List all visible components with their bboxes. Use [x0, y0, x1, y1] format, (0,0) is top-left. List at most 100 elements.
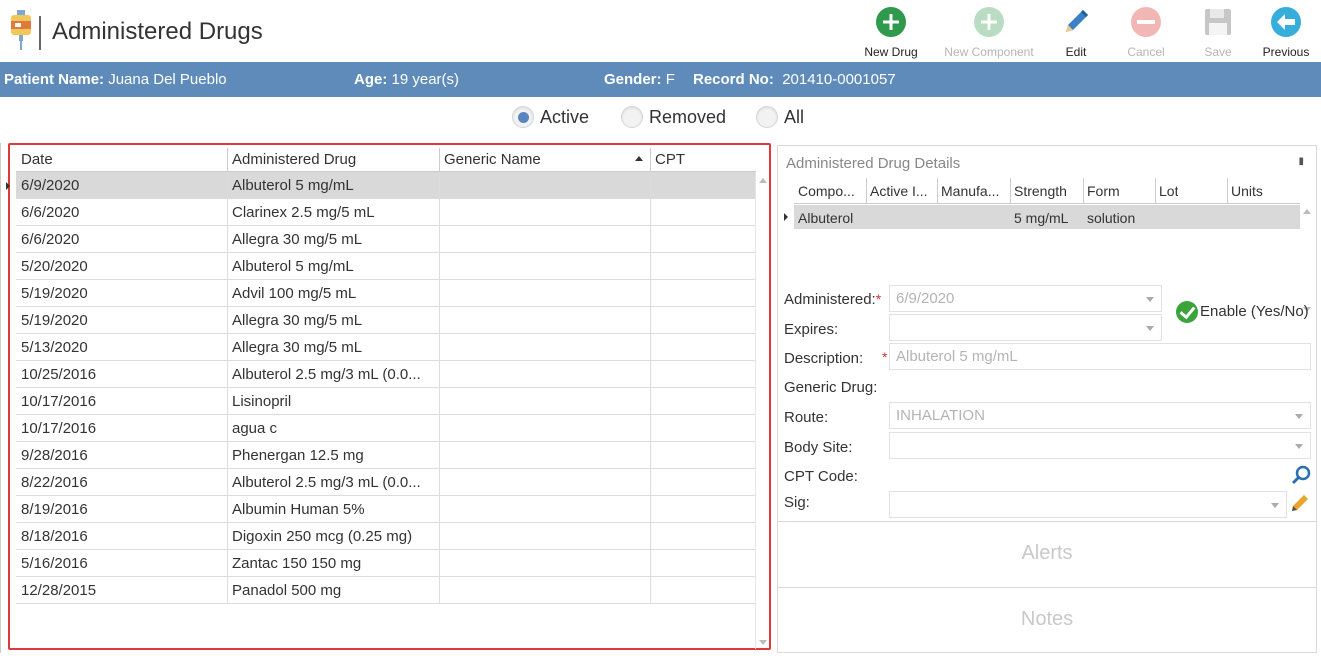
column-divider	[439, 361, 440, 388]
radio-selected-icon	[512, 106, 534, 129]
column-header-cpt[interactable]: CPT	[655, 151, 685, 168]
radio-active[interactable]: Active	[512, 106, 589, 134]
cell-date: 10/17/2016	[21, 420, 97, 437]
plus-circle-icon	[876, 7, 906, 37]
dropdown-arrow-icon	[1295, 414, 1303, 419]
scroll-up-icon[interactable]	[1303, 209, 1311, 214]
column-header-drug[interactable]: Administered Drug	[232, 151, 356, 168]
table-row[interactable]: 8/19/2016 Albumin Human 5%	[16, 496, 756, 523]
current-row-indicator-icon	[6, 182, 10, 190]
column-divider	[650, 550, 651, 577]
column-header-generic-name[interactable]: Generic Name	[444, 151, 541, 168]
table-row[interactable]: 9/28/2016 Phenergan 12.5 mg	[16, 442, 756, 469]
scroll-up-icon[interactable]	[759, 178, 767, 183]
current-row-indicator-icon	[784, 213, 788, 221]
cell-date: 5/16/2016	[21, 555, 88, 572]
column-divider	[439, 334, 440, 361]
table-row[interactable]: 6/6/2020 Allegra 30 mg/5 mL	[16, 226, 756, 253]
grid-scrollbar[interactable]	[755, 172, 769, 649]
column-divider	[439, 415, 440, 442]
column-header-date[interactable]: Date	[21, 151, 53, 168]
floppy-disk-icon	[1205, 9, 1231, 35]
new-drug-label: New Drug	[864, 45, 918, 59]
component-column-header[interactable]: Units	[1231, 183, 1263, 199]
cell-drug: Albuterol 2.5 mg/3 mL (0.0...	[232, 474, 421, 491]
previous-button[interactable]: Previous	[1251, 4, 1321, 60]
sig-label: Sig:	[784, 494, 810, 511]
table-row[interactable]: 5/20/2020 Albuterol 5 mg/mL	[16, 253, 756, 280]
alerts-section[interactable]: Alerts	[778, 521, 1316, 585]
save-button[interactable]: Save	[1183, 4, 1253, 60]
cpt-code-label: CPT Code:	[784, 468, 858, 485]
new-component-button[interactable]: New Component	[941, 4, 1037, 60]
table-row[interactable]: 5/19/2020 Advil 100 mg/5 mL	[16, 280, 756, 307]
body-site-select[interactable]	[889, 432, 1311, 459]
column-divider	[650, 523, 651, 550]
column-divider	[1227, 178, 1228, 204]
table-row[interactable]: 5/19/2020 Allegra 30 mg/5 mL	[16, 307, 756, 334]
administered-date-field[interactable]: 6/9/2020	[889, 285, 1162, 312]
column-divider	[227, 226, 228, 253]
cancel-label: Cancel	[1127, 45, 1165, 59]
table-row[interactable]: 5/16/2016 Zantac 150 150 mg	[16, 550, 756, 577]
column-divider	[1155, 178, 1156, 204]
expires-date-field[interactable]	[889, 314, 1162, 341]
arrow-left-circle-icon	[1271, 7, 1301, 37]
cell-date: 9/28/2016	[21, 447, 88, 464]
table-row[interactable]: 10/17/2016 Lisinopril	[16, 388, 756, 415]
pencil-icon[interactable]	[1289, 492, 1311, 514]
new-drug-button[interactable]: New Drug	[856, 4, 926, 60]
table-row[interactable]: 10/25/2016 Albuterol 2.5 mg/3 mL (0.0...	[16, 361, 756, 388]
column-divider	[227, 415, 228, 442]
table-row[interactable]: 6/6/2020 Clarinex 2.5 mg/5 mL	[16, 199, 756, 226]
route-select[interactable]: INHALATION	[889, 402, 1311, 429]
cell-date: 8/18/2016	[21, 528, 88, 545]
enable-toggle[interactable]: Enable (Yes/No)	[1176, 301, 1309, 323]
column-divider	[227, 523, 228, 550]
component-column-header[interactable]: Manufa...	[941, 183, 999, 199]
radio-removed[interactable]: Removed	[621, 106, 726, 134]
column-divider	[650, 199, 651, 226]
table-row[interactable]: 10/17/2016 agua c	[16, 415, 756, 442]
column-divider	[439, 523, 440, 550]
pin-icon[interactable]: ▮	[1298, 156, 1304, 167]
notes-section[interactable]: Notes	[778, 587, 1316, 651]
new-component-label: New Component	[944, 45, 1034, 59]
radio-all[interactable]: All	[756, 106, 804, 134]
component-column-header[interactable]: Strength	[1014, 183, 1067, 199]
table-row[interactable]: 5/13/2020 Allegra 30 mg/5 mL	[16, 334, 756, 361]
column-divider	[650, 253, 651, 280]
cell-date: 8/19/2016	[21, 501, 88, 518]
table-row[interactable]: 6/9/2020 Albuterol 5 mg/mL	[16, 172, 756, 199]
table-row[interactable]: 12/28/2015 Panadol 500 mg	[16, 577, 756, 604]
grid-body: 6/9/2020 Albuterol 5 mg/mL 6/6/2020 Clarine…	[16, 172, 756, 604]
checkmark-icon	[1176, 301, 1198, 323]
component-column-header[interactable]: Lot	[1159, 183, 1178, 199]
cell-drug: Albuterol 2.5 mg/3 mL (0.0...	[232, 366, 421, 383]
components-scrollbar[interactable]	[1300, 204, 1314, 314]
generic-drug-label: Generic Drug:	[784, 379, 878, 396]
table-row[interactable]: 8/22/2016 Albuterol 2.5 mg/3 mL (0.0...	[16, 469, 756, 496]
column-divider	[439, 172, 440, 199]
column-divider	[227, 577, 228, 604]
component-column-header[interactable]: Form	[1087, 183, 1120, 199]
column-divider	[439, 307, 440, 334]
description-field[interactable]: Albuterol 5 mg/mL	[889, 343, 1311, 370]
component-column-header[interactable]: Active I...	[870, 183, 928, 199]
minus-circle-icon	[1131, 7, 1161, 37]
column-divider	[650, 577, 651, 604]
sig-field[interactable]	[889, 491, 1287, 518]
search-icon[interactable]	[1290, 464, 1312, 486]
route-label: Route:	[784, 409, 829, 426]
column-divider	[227, 199, 228, 226]
component-row[interactable]: Albuterol 5 mg/mL solution	[794, 205, 1300, 229]
edit-button[interactable]: Edit	[1041, 4, 1111, 60]
scroll-down-icon[interactable]	[759, 640, 767, 645]
column-divider	[439, 577, 440, 604]
components-grid: Compo... Active I... Manufa... Strength Form…	[778, 178, 1316, 312]
table-row[interactable]: 8/18/2016 Digoxin 250 mcg (0.25 mg)	[16, 523, 756, 550]
cancel-button[interactable]: Cancel	[1111, 4, 1181, 60]
column-divider	[439, 550, 440, 577]
column-divider	[227, 388, 228, 415]
component-column-header[interactable]: Compo...	[798, 183, 855, 199]
